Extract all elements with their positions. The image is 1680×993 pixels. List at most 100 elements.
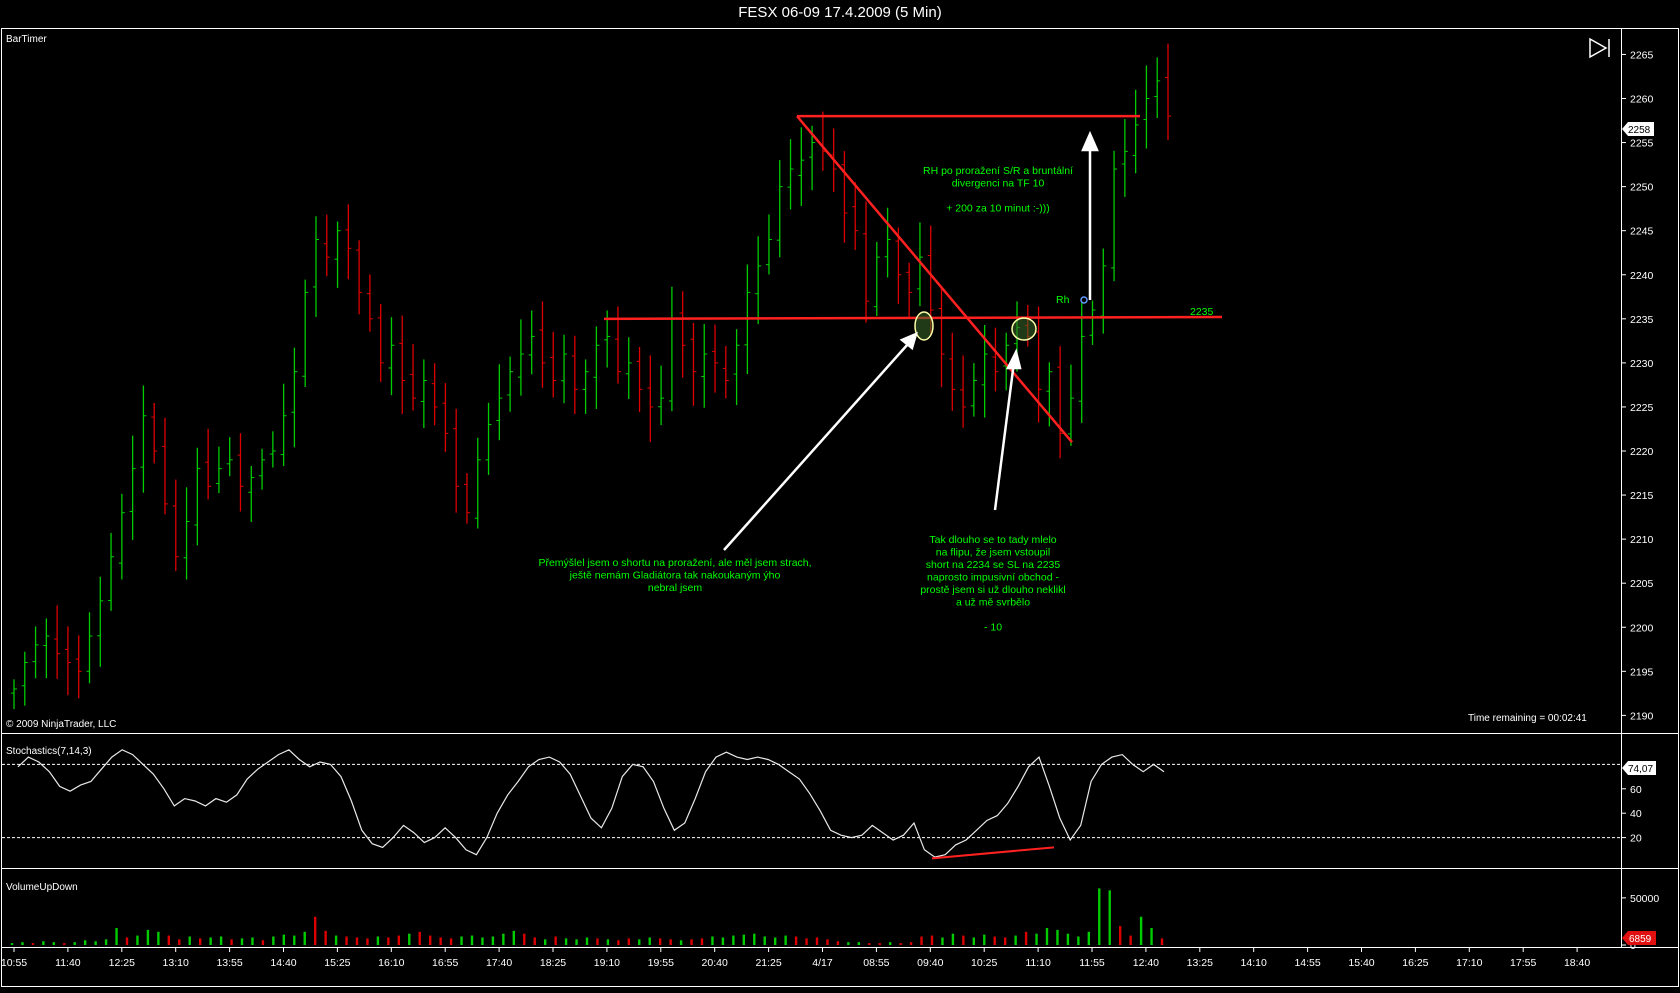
price-tick-label: 2240 bbox=[1630, 270, 1654, 282]
time-tick-label: 11:40 bbox=[55, 957, 81, 969]
price-tick-label: 2235 bbox=[1630, 314, 1654, 326]
price-bar bbox=[345, 204, 352, 280]
price-bar bbox=[291, 347, 298, 448]
price-bar bbox=[43, 618, 50, 679]
price-bar bbox=[248, 465, 255, 522]
price-tick-label: 2205 bbox=[1630, 578, 1654, 590]
price-bar bbox=[172, 479, 179, 572]
price-bar bbox=[647, 355, 654, 443]
price-bar bbox=[496, 364, 503, 441]
price-bar bbox=[205, 428, 212, 500]
bartimer-play-icon[interactable] bbox=[1589, 37, 1610, 59]
price-bar bbox=[215, 446, 222, 493]
price-bar bbox=[528, 310, 535, 375]
price-bar bbox=[431, 363, 438, 426]
price-tick-label: 2220 bbox=[1630, 446, 1654, 458]
annotation-left: Přemýšlel jsem o shortu na proražení, al… bbox=[538, 557, 811, 594]
annotation-line: nebral jsem bbox=[648, 582, 703, 594]
annotation-right: Tak dlouho se to tady mlelona flipu, že … bbox=[920, 534, 1065, 634]
annotation-line: naprosto impusivní obchod - bbox=[927, 572, 1059, 584]
price-bar bbox=[550, 331, 557, 398]
price-bar bbox=[561, 334, 568, 404]
time-tick-label: 16:25 bbox=[1402, 957, 1428, 969]
annotation-line: prostě jsem si už dlouho neklikl bbox=[920, 584, 1065, 596]
price-bar bbox=[323, 214, 330, 277]
time-tick-label: 10:55 bbox=[1, 957, 27, 969]
price-bar bbox=[356, 240, 363, 315]
price-bar bbox=[64, 626, 71, 696]
price-bar bbox=[1057, 346, 1064, 459]
annotation-top: RH po proražení S/R a bruntálnídivergenc… bbox=[923, 165, 1073, 215]
time-tick-label: 17:55 bbox=[1510, 957, 1536, 969]
price-bar bbox=[819, 111, 826, 171]
price-bar bbox=[32, 626, 39, 679]
time-tick-label: 21:25 bbox=[755, 957, 781, 969]
stochastics-line bbox=[17, 749, 1165, 858]
volume-last-marker: 6859 bbox=[1622, 931, 1656, 945]
annotation-line: Tak dlouho se to tady mlelo bbox=[929, 534, 1056, 546]
price-bar bbox=[539, 301, 546, 388]
price-bar bbox=[949, 332, 956, 411]
price-bar bbox=[366, 274, 373, 332]
price-bar bbox=[1165, 43, 1171, 140]
price-bars bbox=[11, 43, 1171, 710]
price-bar bbox=[226, 437, 233, 477]
entry-circle-left[interactable] bbox=[914, 311, 934, 341]
price-bar bbox=[1132, 89, 1139, 174]
price-tick-label: 2260 bbox=[1630, 94, 1654, 106]
time-tick-label: 12:25 bbox=[109, 957, 135, 969]
last-price-marker: 2258 bbox=[1622, 122, 1654, 136]
price-bar bbox=[960, 355, 967, 428]
time-tick-label: 11:55 bbox=[1079, 957, 1105, 969]
annotation-line: na flipu, že jsem vstoupil bbox=[936, 547, 1050, 559]
price-bar bbox=[712, 324, 719, 393]
price-bar bbox=[237, 433, 244, 512]
price-tick-label: 2250 bbox=[1630, 182, 1654, 194]
price-bar bbox=[852, 182, 859, 250]
price-bar bbox=[11, 679, 17, 710]
annotation-line: short na 2234 se SL na 2235 bbox=[926, 559, 1061, 571]
price-bar bbox=[507, 356, 514, 412]
time-tick-label: 11:10 bbox=[1025, 957, 1051, 969]
price-bar bbox=[571, 335, 578, 415]
price-bar bbox=[679, 291, 686, 378]
price-bar bbox=[118, 493, 125, 580]
price-tick-label: 2215 bbox=[1630, 490, 1654, 502]
time-tick-label: 16:10 bbox=[378, 957, 404, 969]
price-bar bbox=[938, 286, 945, 388]
price-bar bbox=[129, 435, 136, 540]
chart-canvas[interactable]: 20 40 60 050000 2190 2195 2200 2205 2210 2215 22… bbox=[0, 0, 1680, 993]
price-bar bbox=[636, 347, 643, 413]
price-bar bbox=[582, 359, 589, 414]
price-bar bbox=[97, 576, 104, 667]
time-tick-label: 14:10 bbox=[1241, 957, 1267, 969]
price-bar bbox=[593, 326, 600, 409]
price-tick-label: 2225 bbox=[1630, 402, 1654, 414]
support-resistance-line[interactable] bbox=[603, 315, 1223, 321]
price-bar bbox=[474, 437, 481, 529]
price-bar bbox=[690, 322, 697, 406]
time-tick-label: 18:25 bbox=[540, 957, 566, 969]
price-bar bbox=[75, 635, 82, 699]
price-bar bbox=[1143, 65, 1150, 149]
annotation-line: RH po proražení S/R a bruntální bbox=[923, 165, 1073, 177]
entry-circle-right[interactable] bbox=[1011, 317, 1037, 341]
price-bar bbox=[1100, 248, 1107, 334]
copyright-label: © 2009 NinjaTrader, LLC bbox=[6, 719, 116, 730]
price-bar bbox=[140, 385, 147, 493]
divergence-line[interactable] bbox=[931, 846, 1055, 860]
price-bar bbox=[420, 359, 427, 429]
price-bar bbox=[21, 651, 28, 706]
price-bar bbox=[388, 317, 395, 396]
price-bar bbox=[334, 221, 341, 288]
price-bar bbox=[765, 214, 772, 275]
time-tick-label: 15:25 bbox=[324, 957, 350, 969]
stoch-tick-label: 40 bbox=[1630, 808, 1642, 820]
price-bar bbox=[625, 337, 632, 399]
time-tick-label: 4/17 bbox=[812, 957, 833, 969]
time-tick-label: 13:10 bbox=[163, 957, 189, 969]
price-bar bbox=[259, 448, 266, 490]
level-2235-label: 2235 bbox=[1190, 306, 1214, 318]
price-bar bbox=[269, 431, 276, 468]
time-tick-label: 14:40 bbox=[270, 957, 296, 969]
